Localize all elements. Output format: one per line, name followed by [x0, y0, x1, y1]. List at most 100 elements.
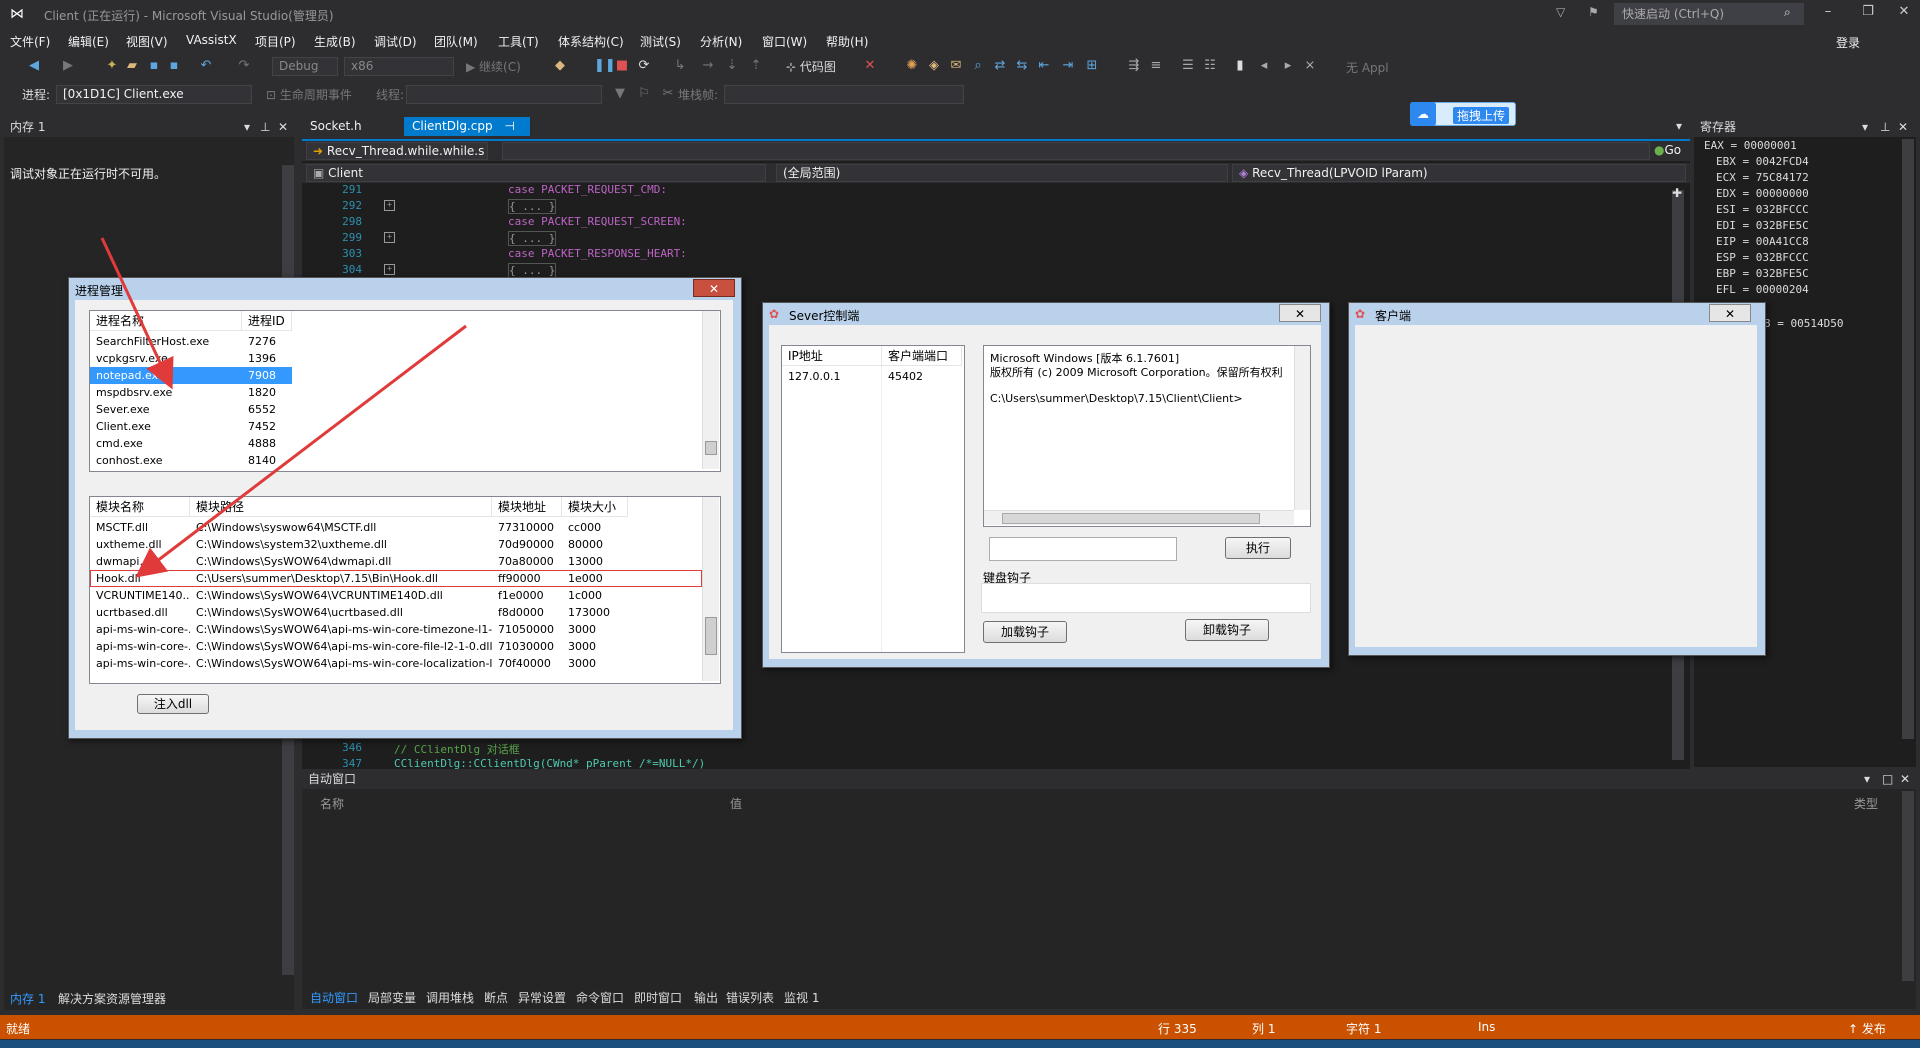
bookmark-next-icon[interactable]: ▸	[1280, 58, 1296, 74]
continue-button[interactable]: ▶ 继续(C)	[466, 58, 521, 75]
column-value[interactable]: 值	[730, 795, 742, 812]
global-scope-select[interactable]: (全局范围)	[776, 164, 1228, 182]
thread-filter-icon[interactable]: ▼	[612, 86, 628, 102]
outdent-icon[interactable]: ≡	[1148, 58, 1164, 74]
tab-solution-explorer[interactable]: 解决方案资源管理器	[58, 990, 166, 1007]
tool-d-icon[interactable]: ⌕	[970, 58, 986, 74]
menu-build[interactable]: 生成(B)	[314, 33, 356, 50]
indent-icon[interactable]: ⇶	[1126, 58, 1142, 74]
thread-flag-icon[interactable]: ⚐	[636, 86, 652, 102]
module-address-header[interactable]: 模块地址	[492, 497, 562, 517]
tool-a-icon[interactable]: ✺	[904, 58, 920, 74]
code-text[interactable]: { ... }	[508, 199, 557, 214]
publish-button[interactable]: ↑ 发布	[1848, 1020, 1886, 1037]
function-nav-select[interactable]: ➜ Recv_Thread.while.while.s	[306, 142, 488, 160]
tool-i-icon[interactable]: ⊞	[1084, 58, 1100, 74]
tool-h-icon[interactable]: ⇥	[1060, 58, 1076, 74]
stop-icon[interactable]: ■	[614, 58, 630, 74]
ip-header[interactable]: IP地址	[782, 346, 882, 366]
module-size-header[interactable]: 模块大小	[562, 497, 628, 517]
module-row[interactable]: MSCTF.dll C:\Windows\syswow64\MSCTF.dll 77…	[90, 519, 702, 536]
bookmark-clear-icon[interactable]: ⨯	[1302, 58, 1318, 74]
process-row[interactable]: conhost.exe 8140	[90, 452, 720, 469]
attach-icon[interactable]: ◆	[552, 58, 568, 74]
restart-icon[interactable]: ⟳	[636, 58, 652, 74]
expand-icon[interactable]: +	[384, 264, 395, 275]
process-list-scrollbar[interactable]	[702, 311, 719, 469]
expand-icon[interactable]: +	[384, 232, 395, 243]
bookmark-icon[interactable]: ▮	[1232, 58, 1248, 74]
panel-pin-icon[interactable]: ⊥	[260, 117, 270, 137]
module-name-header[interactable]: 模块名称	[90, 497, 190, 517]
step-out-icon[interactable]: ⇡	[748, 58, 764, 74]
client-list[interactable]: IP地址 客户端端口 127.0.0.1 45402	[781, 345, 965, 653]
tab-locals[interactable]: 局部变量	[368, 989, 416, 1006]
bookmark-prev-icon[interactable]: ◂	[1256, 58, 1272, 74]
tab-call-stack[interactable]: 调用堆栈	[426, 989, 474, 1006]
comment-icon[interactable]: ☰	[1180, 58, 1196, 74]
panel-dropdown-icon[interactable]: ▾	[1862, 117, 1868, 137]
column-type[interactable]: 类型	[1854, 795, 1878, 812]
module-list[interactable]: 模块名称 模块路径 模块地址 模块大小 MSCTF.dll C:\Windows\…	[89, 496, 721, 684]
platform-select[interactable]: x86	[344, 57, 454, 76]
undo-icon[interactable]: ↶	[198, 58, 214, 74]
tab-output[interactable]: 输出	[694, 989, 718, 1006]
code-text[interactable]: { ... }	[508, 263, 557, 278]
process-row[interactable]: Sever.exe 6552	[90, 401, 720, 418]
tab-clientdlg-cpp[interactable]: ClientDlg.cpp ⊣ ✕	[404, 117, 530, 152]
execute-button[interactable]: 执行	[1225, 537, 1291, 559]
thread-select[interactable]	[406, 85, 602, 104]
process-list[interactable]: 进程名称 进程ID SearchFilterHost.exe 7276 vcpkgs…	[89, 310, 721, 472]
process-id-header[interactable]: 进程ID	[242, 311, 292, 331]
process-row[interactable]: notepad.exe 7908	[90, 367, 720, 384]
module-row-hook[interactable]: Hook.dll C:\Users\summer\Desktop\7.15\Bin…	[90, 570, 702, 587]
lifecycle-button[interactable]: ⊡ 生命周期事件	[266, 86, 352, 103]
function-nav-input[interactable]	[502, 142, 1650, 160]
menu-help[interactable]: 帮助(H)	[826, 33, 868, 50]
filter-icon[interactable]: ▽	[1556, 5, 1565, 19]
menu-vassistx[interactable]: VAssistX	[186, 33, 237, 47]
step-into-icon[interactable]: →	[700, 58, 716, 74]
search-icon[interactable]: ⌕	[1784, 5, 1791, 20]
tab-immediate-window[interactable]: 即时窗口	[634, 989, 682, 1006]
process-row[interactable]: mspdbsrv.exe 1820	[90, 384, 720, 401]
minimize-button[interactable]: –	[1814, 4, 1842, 24]
stack-frame-select[interactable]	[724, 85, 964, 104]
new-project-icon[interactable]: ✦	[104, 58, 120, 74]
tool-c-icon[interactable]: ✉	[948, 58, 964, 74]
tab-breakpoints[interactable]: 断点	[484, 989, 508, 1006]
tool-e-icon[interactable]: ⇄	[992, 58, 1008, 74]
panel-close-icon[interactable]: ✕	[1900, 769, 1910, 789]
apply-button[interactable]: 无 Appl	[1346, 59, 1389, 76]
client-row[interactable]: 127.0.0.1 45402	[782, 368, 964, 385]
module-row[interactable]: ucrtbased.dll C:\Windows\SysWOW64\ucrtbas…	[90, 604, 702, 621]
go-button[interactable]: ●Go	[1654, 143, 1681, 157]
tab-watch-1[interactable]: 监视 1	[784, 989, 819, 1006]
module-row[interactable]: api-ms-win-core-... C:\Windows\SysWOW64\a…	[90, 621, 702, 638]
pause-icon[interactable]: ❚❚	[594, 58, 616, 74]
menu-view[interactable]: 视图(V)	[126, 33, 168, 50]
process-row[interactable]: SearchFilterHost.exe 7276	[90, 333, 720, 350]
redo-icon[interactable]: ↷	[236, 58, 252, 74]
process-row[interactable]: Client.exe 7452	[90, 418, 720, 435]
menu-tools[interactable]: 工具(T)	[498, 33, 539, 50]
tab-socket-h[interactable]: Socket.h	[302, 117, 370, 136]
autos-scrollbar[interactable]	[1902, 791, 1914, 981]
tab-pin-icon[interactable]: ⊣	[504, 119, 514, 133]
scroll-thumb[interactable]	[1002, 513, 1260, 524]
split-icon[interactable]: ✚	[1672, 186, 1682, 200]
scroll-thumb[interactable]	[705, 617, 717, 655]
menu-architecture[interactable]: 体系结构(C)	[558, 33, 624, 50]
menu-window[interactable]: 窗口(W)	[762, 33, 807, 50]
module-row[interactable]: uxtheme.dll C:\Windows\system32\uxtheme.d…	[90, 536, 702, 553]
inject-dll-button[interactable]: 注入dll	[137, 694, 209, 714]
tool-g-icon[interactable]: ⇤	[1036, 58, 1052, 74]
client-dialog-close-button[interactable]: ✕	[1709, 304, 1751, 322]
save-all-icon[interactable]: ▪	[166, 58, 182, 74]
module-row[interactable]: dwmapi.dll C:\Windows\SysWOW64\dwmapi.dll…	[90, 553, 702, 570]
module-row[interactable]: api-ms-win-core-... C:\Windows\SysWOW64\a…	[90, 655, 702, 672]
cmd-output[interactable]: Microsoft Windows [版本 6.1.7601] 版权所有 (c)…	[983, 345, 1311, 527]
server-dialog-close-button[interactable]: ✕	[1279, 304, 1321, 322]
quick-launch-input[interactable]: 快速启动 (Ctrl+Q)	[1614, 3, 1804, 25]
exception-icon[interactable]: ✕	[862, 58, 878, 74]
